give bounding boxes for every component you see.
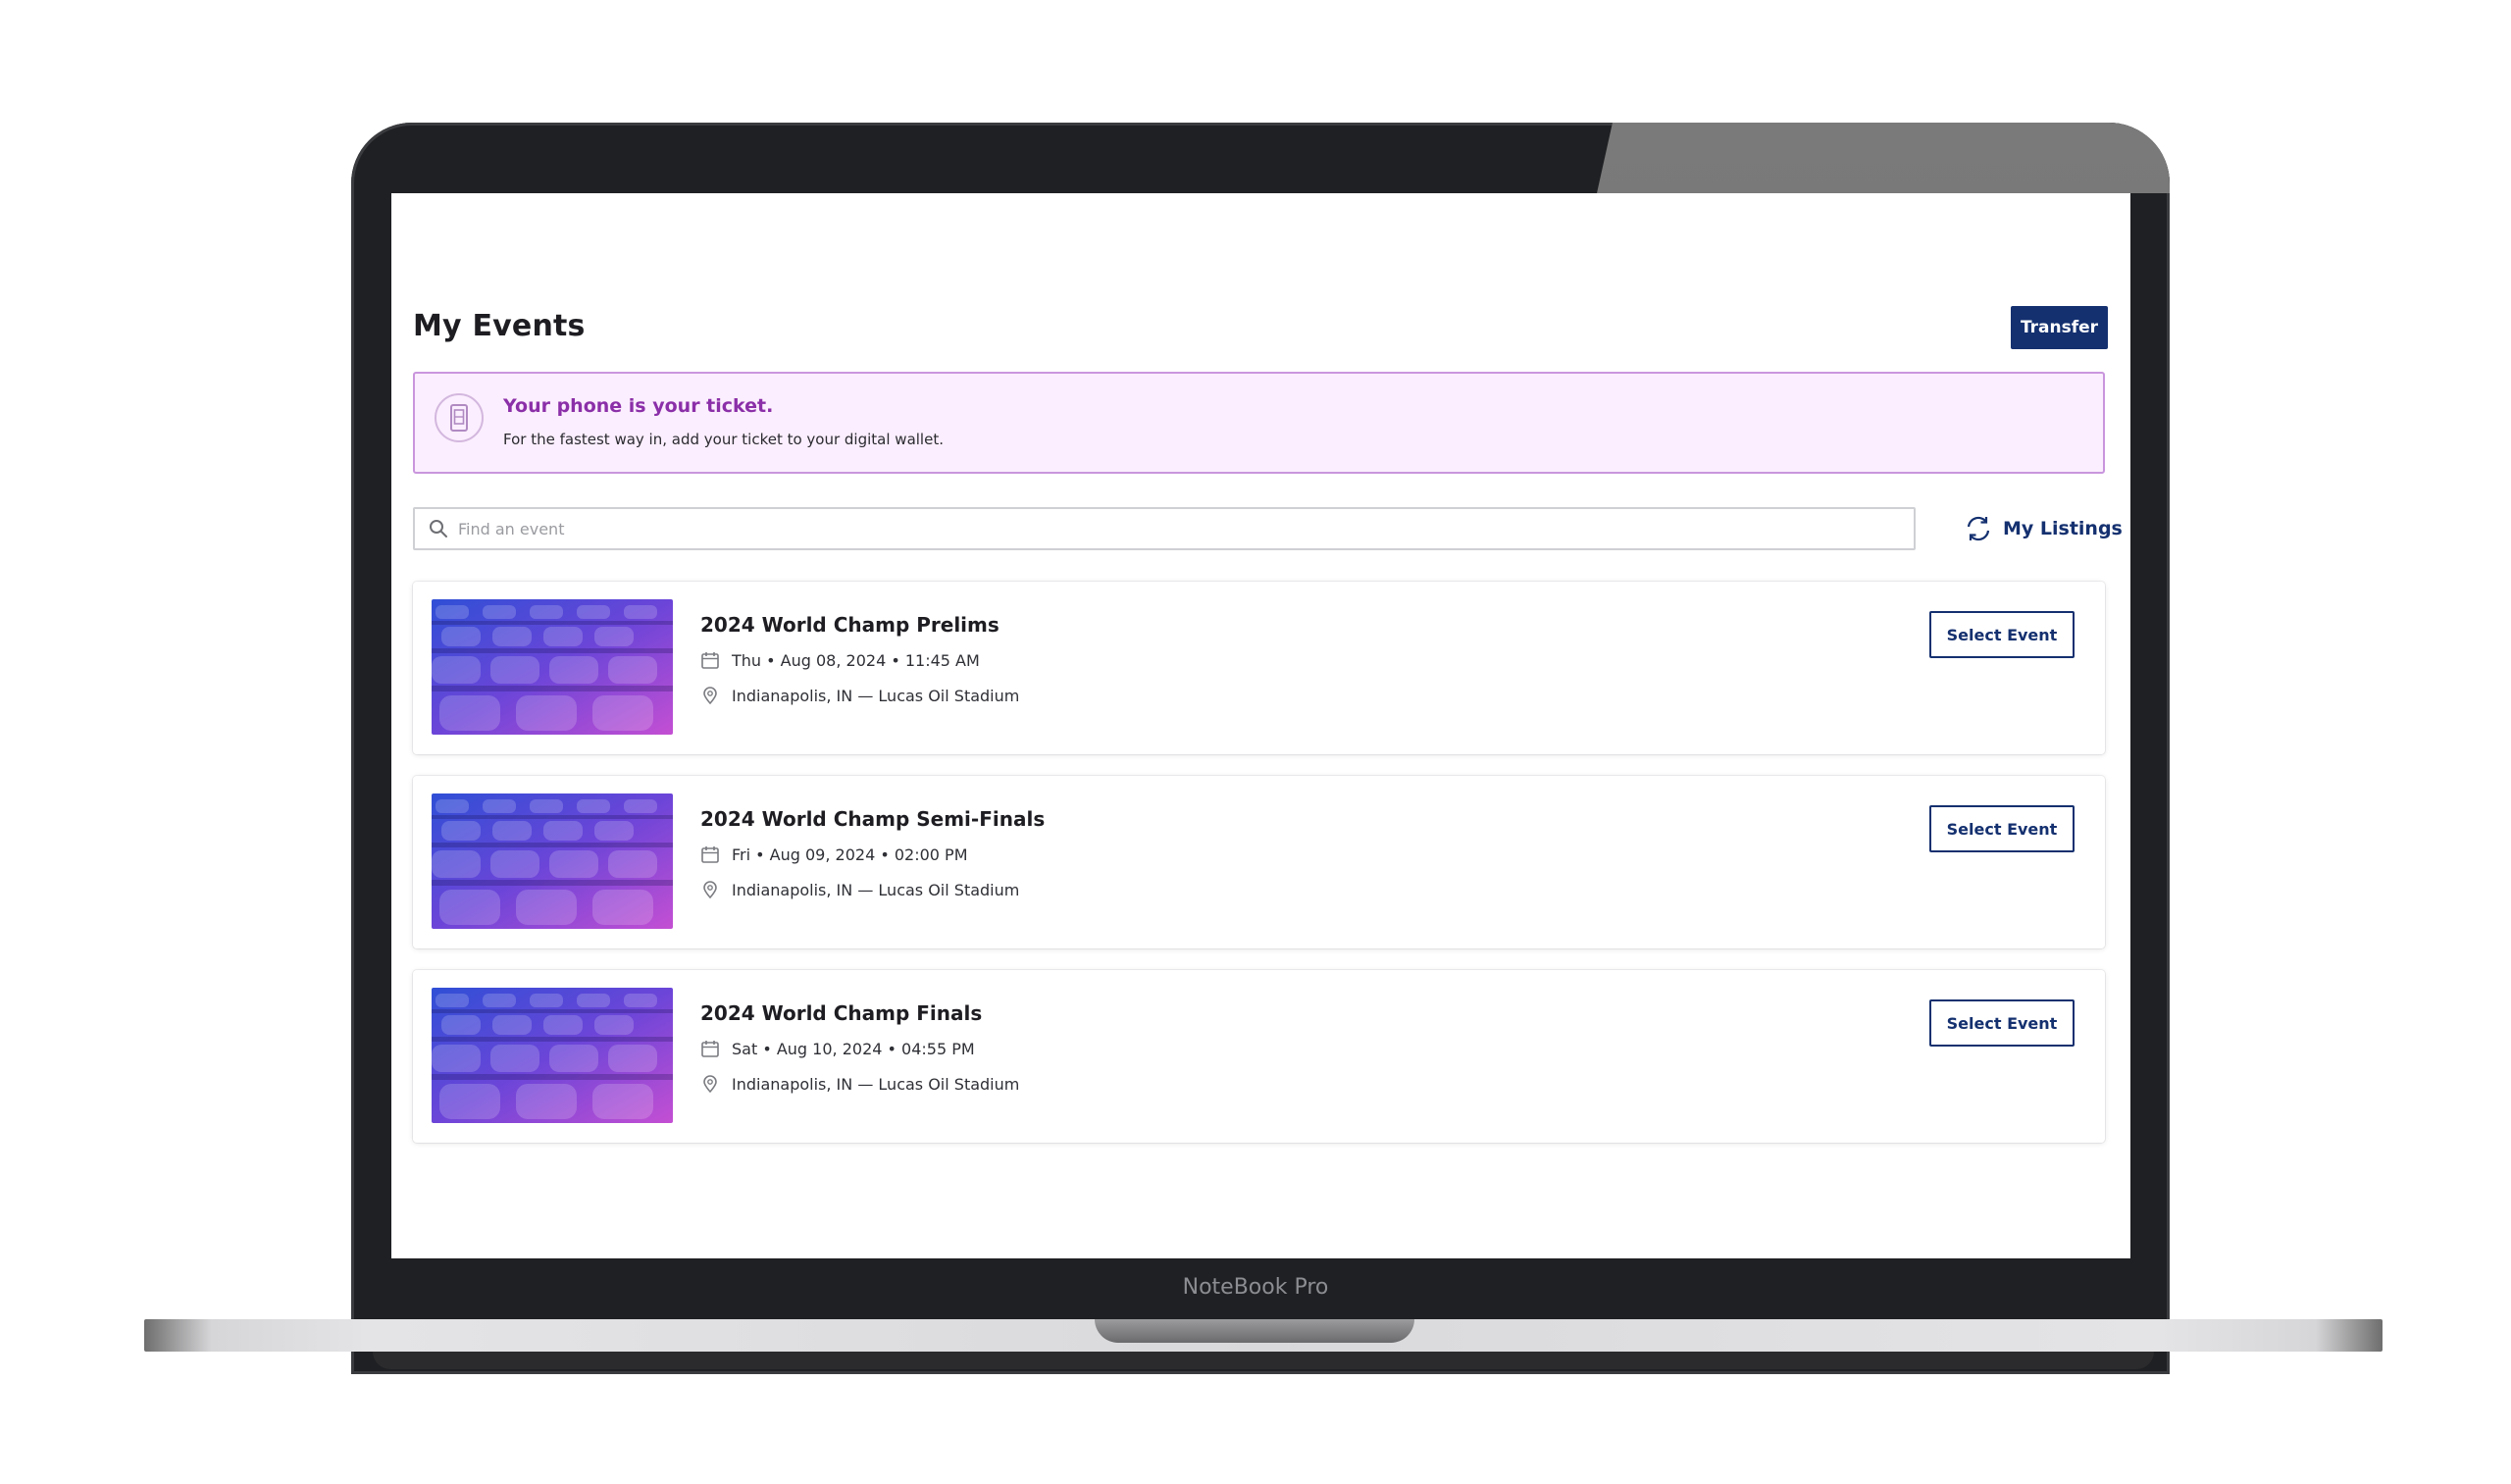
event-venue-row: Indianapolis, IN — Lucas Oil Stadium (700, 880, 1019, 899)
event-title: 2024 World Champ Semi-Finals (700, 807, 1046, 831)
event-date-row: Thu • Aug 08, 2024 • 11:45 AM (700, 650, 980, 670)
event-card: 2024 World Champ Finals Sat • Aug 10, 20… (413, 970, 2105, 1143)
search-input[interactable] (456, 518, 1914, 539)
device-brand-label: NoteBook Pro (1182, 1275, 1329, 1300)
page-title: My Events (413, 309, 586, 343)
event-card: 2024 World Champ Prelims Thu • Aug 08, 2… (413, 582, 2105, 754)
my-listings-link[interactable]: My Listings (1964, 511, 2123, 546)
select-event-button[interactable]: Select Event (1929, 805, 2075, 852)
phone-ticket-icon (435, 393, 484, 442)
laptop-notch (1095, 1319, 1414, 1343)
event-venue: Indianapolis, IN — Lucas Oil Stadium (732, 880, 1020, 899)
event-venue-row: Indianapolis, IN — Lucas Oil Stadium (700, 686, 1019, 705)
select-event-button[interactable]: Select Event (1929, 999, 2075, 1047)
event-thumbnail (432, 793, 673, 929)
event-thumbnail (432, 988, 673, 1123)
select-event-button[interactable]: Select Event (1929, 611, 2075, 658)
location-pin-icon (700, 686, 720, 705)
location-pin-icon (700, 880, 720, 899)
event-card: 2024 World Champ Semi-Finals Fri • Aug 0… (413, 776, 2105, 948)
event-venue: Indianapolis, IN — Lucas Oil Stadium (732, 1074, 1020, 1094)
event-date: Fri • Aug 09, 2024 • 02:00 PM (732, 844, 968, 864)
event-venue-row: Indianapolis, IN — Lucas Oil Stadium (700, 1074, 1019, 1094)
event-date: Thu • Aug 08, 2024 • 11:45 AM (732, 650, 980, 670)
event-date-row: Fri • Aug 09, 2024 • 02:00 PM (700, 844, 968, 864)
transfer-button[interactable]: Transfer (2011, 306, 2108, 349)
event-title: 2024 World Champ Prelims (700, 613, 999, 637)
laptop-base-shadow (373, 1352, 2154, 1369)
search-icon (429, 519, 448, 538)
banner-subtitle: For the fastest way in, add your ticket … (503, 431, 944, 448)
refresh-icon (1964, 514, 1993, 543)
calendar-icon (700, 1039, 720, 1058)
app-screen: My Events Transfer Your phone is your ti… (391, 193, 2130, 1258)
event-date-row: Sat • Aug 10, 2024 • 04:55 PM (700, 1039, 975, 1058)
event-thumbnail (432, 599, 673, 735)
calendar-icon (700, 650, 720, 670)
calendar-icon (700, 844, 720, 864)
banner-title: Your phone is your ticket. (503, 395, 774, 417)
event-date: Sat • Aug 10, 2024 • 04:55 PM (732, 1039, 975, 1058)
search-field[interactable] (413, 507, 1916, 550)
wallet-banner: Your phone is your ticket. For the faste… (413, 372, 2105, 474)
event-venue: Indianapolis, IN — Lucas Oil Stadium (732, 686, 1020, 705)
event-title: 2024 World Champ Finals (700, 1001, 983, 1025)
my-listings-label: My Listings (2003, 518, 2123, 539)
location-pin-icon (700, 1074, 720, 1094)
